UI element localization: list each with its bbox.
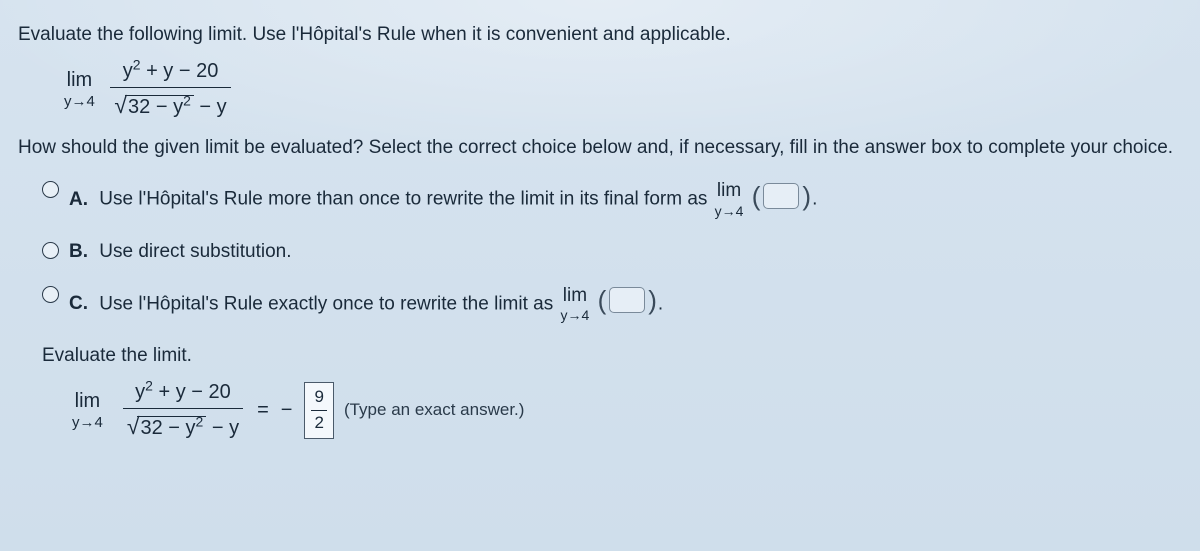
result-fraction: y2 + y − 20 √32 − y2 − y: [123, 379, 243, 442]
choice-c: C. Use l'Hôpital's Rule exactly once to …: [42, 283, 1182, 326]
question-page: Evaluate the following limit. Use l'Hôpi…: [0, 0, 1200, 551]
limit-operator: lim y→4: [64, 67, 95, 112]
choice-c-answer-wrap: ( ): [597, 283, 658, 318]
denominator: √32 − y2 − y: [110, 88, 230, 121]
radio-c[interactable]: [42, 286, 59, 303]
radio-a[interactable]: [42, 181, 59, 198]
numerator: y2 + y − 20: [110, 58, 230, 88]
choice-a: A. Use l'Hôpital's Rule more than once t…: [42, 178, 1182, 221]
negative-sign: −: [281, 397, 293, 424]
sqrt: √32 − y2: [114, 90, 193, 121]
evaluate-row: lim y→4 y2 + y − 20 √32 − y2 − y = − 9 2…: [72, 379, 1182, 442]
choice-a-answer-wrap: ( ): [751, 179, 812, 214]
choice-b-label: B.: [69, 241, 88, 262]
choice-a-text: Use l'Hôpital's Rule more than once to r…: [99, 189, 712, 210]
choice-c-lim: lim y→4: [561, 283, 590, 326]
evaluate-title: Evaluate the limit.: [42, 343, 1182, 369]
subquestion-text: How should the given limit be evaluated?…: [18, 135, 1182, 161]
choice-b-text: Use direct substitution.: [99, 241, 291, 262]
answer-hint: (Type an exact answer.): [344, 399, 524, 422]
choice-a-label: A.: [69, 189, 88, 210]
limit-fraction: y2 + y − 20 √32 − y2 − y: [110, 58, 230, 121]
equals-sign: =: [257, 397, 269, 424]
prompt-text: Evaluate the following limit. Use l'Hôpi…: [18, 22, 1182, 48]
choice-c-answer-box[interactable]: [609, 287, 645, 313]
choice-a-lim: lim y→4: [715, 178, 744, 221]
choice-b: B. Use direct substitution.: [42, 239, 1182, 265]
limit-expression: lim y→4 y2 + y − 20 √32 − y2 − y: [64, 58, 1182, 121]
result-lim: lim y→4: [72, 388, 103, 433]
result-answer-box[interactable]: 9 2: [304, 382, 333, 439]
choice-list: A. Use l'Hôpital's Rule more than once t…: [42, 178, 1182, 325]
radio-b[interactable]: [42, 242, 59, 259]
choice-c-text: Use l'Hôpital's Rule exactly once to rew…: [99, 293, 558, 314]
choice-c-label: C.: [69, 293, 88, 314]
choice-a-answer-box[interactable]: [763, 183, 799, 209]
